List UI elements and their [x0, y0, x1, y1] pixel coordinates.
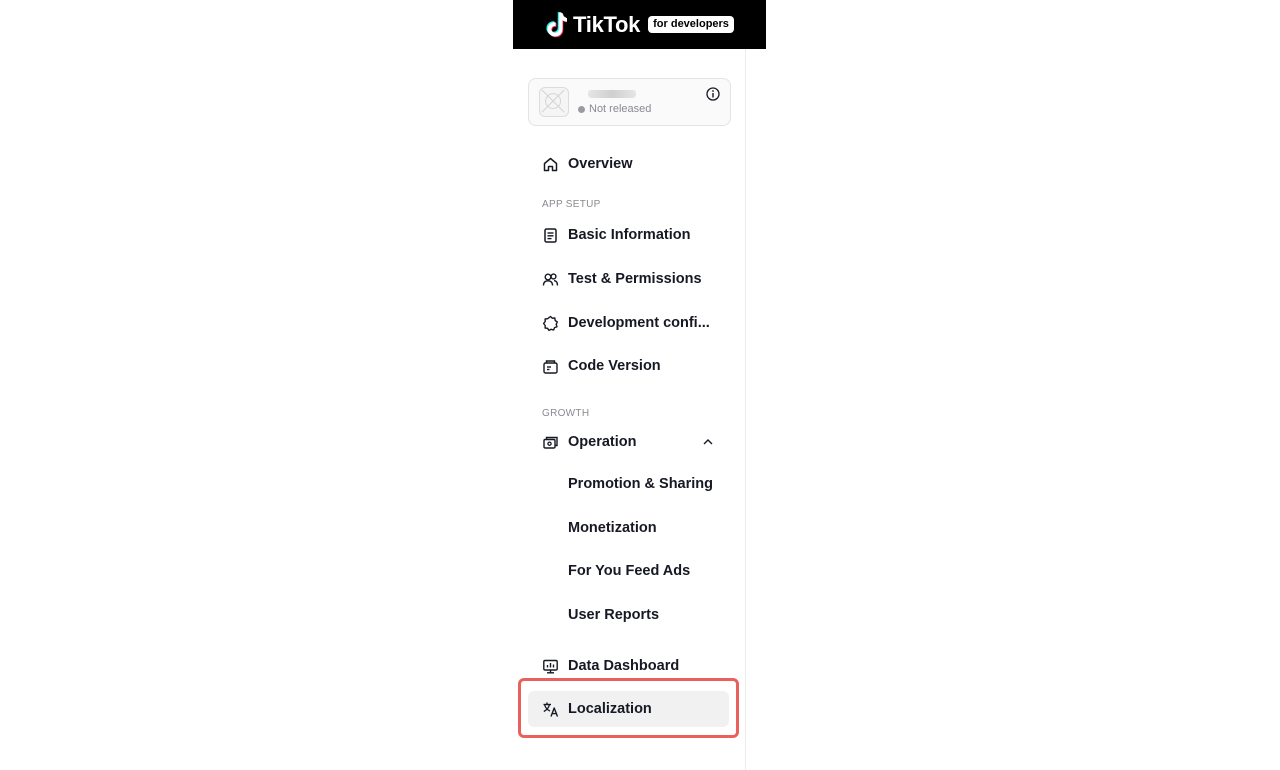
nav-operation-label: Operation — [568, 434, 637, 450]
nav-test-permissions-label: Test & Permissions — [568, 271, 702, 287]
nav-overview[interactable]: Overview — [528, 146, 729, 182]
nav-basic-information[interactable]: Basic Information — [528, 217, 729, 253]
nav-overview-label: Overview — [568, 156, 633, 172]
nav-monetization[interactable]: Monetization — [528, 510, 729, 546]
users-icon — [542, 271, 559, 288]
nav-for-you-feed-ads[interactable]: For You Feed Ads — [528, 553, 729, 589]
nav-operation[interactable]: Operation — [528, 424, 729, 460]
header: TikTok for developers — [513, 0, 766, 49]
translate-icon — [542, 701, 559, 718]
app-card[interactable]: Not released — [528, 78, 731, 126]
nav-development-config[interactable]: Development confi... — [528, 305, 729, 341]
app-name-redacted — [588, 90, 636, 98]
home-icon — [542, 156, 559, 173]
monitor-chart-icon — [542, 658, 559, 675]
nav-test-permissions[interactable]: Test & Permissions — [528, 261, 729, 297]
section-growth: GROWTH — [542, 408, 590, 419]
nav-data-dashboard[interactable]: Data Dashboard — [528, 648, 729, 684]
logo-badge: for developers — [648, 16, 734, 33]
nav-monetization-label: Monetization — [568, 520, 657, 536]
nav-promotion-sharing-label: Promotion & Sharing — [568, 476, 713, 492]
chevron-up-icon[interactable] — [702, 436, 714, 448]
nav-promotion-sharing[interactable]: Promotion & Sharing — [528, 466, 729, 502]
nav-user-reports[interactable]: User Reports — [528, 597, 729, 633]
status-dot-icon — [578, 105, 585, 113]
tiktok-logo-icon — [546, 11, 568, 37]
gear-icon — [542, 315, 559, 332]
nav-development-config-label: Development confi... — [568, 315, 710, 331]
nav-basic-information-label: Basic Information — [568, 227, 691, 243]
app-placeholder-icon — [539, 87, 569, 117]
sidebar: Not released Overview APP SETUP Basic In… — [513, 49, 746, 770]
nav-code-version-label: Code Version — [568, 358, 661, 374]
operation-icon — [542, 434, 559, 451]
info-icon[interactable] — [706, 87, 720, 101]
document-icon — [542, 227, 559, 244]
nav-localization-label: Localization — [568, 701, 652, 717]
app-status-label: Not released — [589, 103, 652, 115]
logo-text: TikTok — [573, 11, 641, 37]
section-app-setup: APP SETUP — [542, 199, 601, 210]
nav-data-dashboard-label: Data Dashboard — [568, 658, 680, 674]
nav-user-reports-label: User Reports — [568, 607, 660, 623]
nav-localization[interactable]: Localization — [528, 691, 729, 727]
nav-for-you-feed-ads-label: For You Feed Ads — [568, 563, 691, 579]
code-version-icon — [542, 358, 559, 375]
nav-code-version[interactable]: Code Version — [528, 348, 729, 384]
app-status: Not released — [578, 103, 651, 115]
